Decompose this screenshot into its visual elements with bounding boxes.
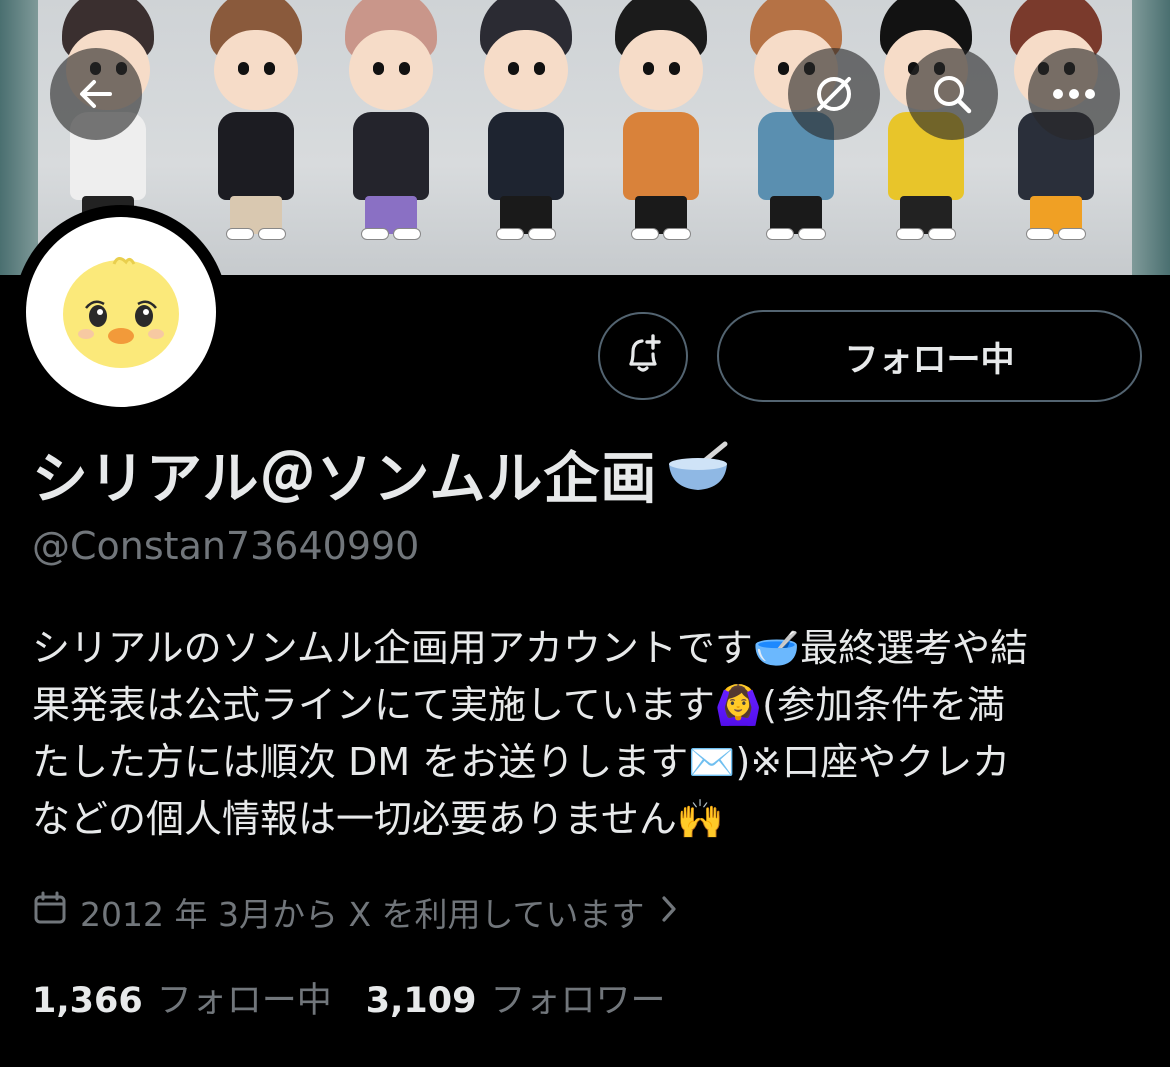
followers-count: 3,109: [365, 981, 477, 1021]
banner-character: [335, 0, 445, 275]
profile-handle: @Constan73640990: [32, 524, 420, 568]
back-arrow-icon: [74, 72, 118, 116]
back-button[interactable]: [50, 48, 142, 140]
banner-character: [605, 0, 715, 275]
grok-button[interactable]: [788, 48, 880, 140]
more-button[interactable]: [1028, 48, 1120, 140]
search-button[interactable]: [906, 48, 998, 140]
bio-line: 果発表は公式ラインにて実施しています🙆‍♀️(参加条件を満: [32, 683, 1006, 727]
followers-label: フォロワー: [490, 981, 666, 1021]
banner-character: [470, 0, 580, 275]
following-button[interactable]: フォロー中: [717, 310, 1142, 402]
joined-date-text: 2012 年 3月から X を利用しています: [80, 895, 645, 934]
bowl-emoji-icon: [663, 440, 733, 510]
chick-avatar-icon: [63, 257, 179, 368]
notifications-button[interactable]: [598, 312, 688, 400]
display-name: シリアル＠ソンムル企画: [32, 434, 733, 515]
banner-character: [200, 0, 310, 275]
banner-edge-right: [1132, 0, 1170, 275]
following-label: フォロー中: [156, 981, 332, 1021]
following-count: 1,366: [32, 981, 143, 1021]
profile-stats: 1,366 フォロー中 3,109 フォロワー: [32, 972, 665, 1023]
following-stat[interactable]: 1,366 フォロー中: [32, 972, 332, 1023]
calendar-icon: [32, 890, 68, 934]
bio-line: たした方には順次 DM をお送りします✉️)※口座やクレカ: [32, 740, 1011, 784]
following-button-label: フォロー中: [844, 339, 1015, 380]
avatar[interactable]: [14, 205, 228, 419]
banner-character: [1000, 0, 1110, 275]
notification-bell-plus-icon: [621, 332, 665, 380]
chevron-right-icon: [659, 893, 679, 932]
bio-line: などの個人情報は一切必要ありません🙌: [32, 797, 725, 841]
banner-edge-left: [0, 0, 38, 275]
avatar-image: [26, 217, 216, 407]
grok-icon: [811, 71, 857, 117]
bio-line: シリアルのソンムル企画用アカウントです🥣最終選考や結: [32, 626, 1029, 670]
profile-bio: シリアルのソンムル企画用アカウントです🥣最終選考や結 果発表は公式ラインにて実施…: [32, 620, 1152, 848]
joined-date-row[interactable]: 2012 年 3月から X を利用しています: [32, 888, 679, 936]
search-icon: [929, 71, 975, 117]
display-name-text: シリアル＠ソンムル企画: [32, 447, 658, 512]
followers-stat[interactable]: 3,109 フォロワー: [366, 972, 666, 1023]
more-icon: [1051, 88, 1097, 100]
